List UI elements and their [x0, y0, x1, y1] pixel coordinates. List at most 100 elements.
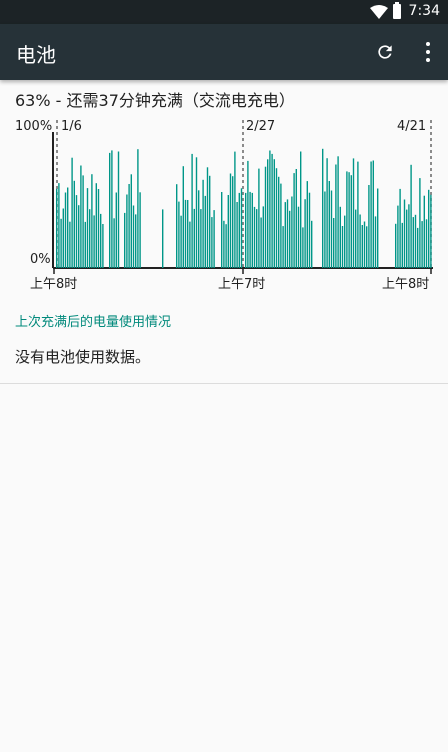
usage-bar [117, 151, 120, 268]
status-bar: 7:34 [0, 0, 448, 24]
usage-bar [395, 223, 397, 268]
empty-state-text: 没有电池使用数据。 [15, 348, 151, 366]
usage-bar [335, 164, 337, 268]
refresh-icon [378, 45, 392, 59]
divider [0, 383, 448, 384]
usage-bar [291, 196, 293, 268]
usage-bar [423, 195, 425, 268]
y-label-100: 100% [15, 119, 53, 134]
usage-bar [82, 175, 84, 268]
usage-bar [302, 227, 304, 268]
usage-bar [430, 194, 432, 268]
usage-bar [300, 151, 302, 268]
usage-bar [414, 214, 417, 268]
time-label-3: 上午8时 [382, 277, 430, 292]
usage-bar [102, 224, 104, 268]
usage-bar [93, 215, 95, 268]
usage-bar [221, 192, 223, 268]
usage-bar [352, 158, 355, 268]
usage-bar [162, 209, 164, 268]
usage-bar [348, 172, 350, 268]
section-header: 上次充满后的电量使用情况 [15, 315, 172, 330]
usage-bar [109, 152, 111, 268]
usage-bar [249, 191, 251, 268]
usage-bar [428, 189, 430, 268]
battery-chart-svg [52, 120, 433, 274]
usage-bar [253, 206, 256, 268]
usage-bar [370, 161, 372, 268]
usage-bar [297, 206, 300, 268]
usage-bar [238, 192, 240, 268]
battery-history-chart[interactable]: 100% 0% 1/6 2/27 4/21 上午8时 上午7时 上午8时 [0, 112, 448, 292]
usage-bar [410, 164, 412, 268]
wifi-icon [370, 5, 388, 19]
usage-bar [236, 202, 238, 268]
usage-bar [115, 192, 117, 268]
usage-bar [403, 199, 406, 268]
refresh-button[interactable] [365, 32, 405, 72]
usage-bar [397, 205, 399, 268]
usage-bar [100, 213, 102, 268]
usage-bar [204, 195, 206, 268]
usage-bar [328, 181, 330, 268]
usage-bar [191, 153, 193, 268]
usage-bar [401, 222, 403, 268]
usage-bar [363, 221, 366, 268]
usage-bar [271, 153, 273, 268]
usage-bar [176, 184, 178, 268]
usage-bar [355, 209, 357, 268]
usage-bar [71, 157, 73, 268]
usage-bar [295, 169, 297, 268]
usage-bar [361, 225, 363, 268]
time-label-1: 上午8时 [30, 277, 78, 292]
usage-bar [372, 160, 374, 268]
usage-bar [137, 149, 139, 268]
page-title: 电池 [16, 43, 56, 67]
usage-bar [421, 221, 423, 268]
usage-bar [282, 226, 284, 268]
usage-bar [182, 166, 184, 268]
usage-bar [124, 212, 126, 268]
usage-bar [86, 188, 89, 268]
more-options-button[interactable] [408, 32, 448, 72]
usage-bar [229, 173, 232, 268]
usage-bar [75, 195, 78, 268]
usage-bar [412, 217, 414, 268]
date-marker-1: 1/6 [61, 119, 82, 134]
usage-bar [341, 226, 344, 268]
usage-bar [350, 175, 352, 268]
usage-bar [60, 218, 62, 268]
usage-bar [132, 205, 135, 268]
usage-bar [377, 188, 379, 268]
usage-bar [209, 175, 211, 268]
usage-bar [304, 199, 306, 268]
usage-bar [195, 157, 198, 268]
usage-bar [89, 209, 91, 268]
usage-bar [289, 210, 291, 268]
date-marker-2: 2/27 [246, 119, 276, 134]
usage-bar [130, 174, 132, 268]
usage-bar [95, 183, 97, 268]
usage-bar [278, 176, 280, 268]
usage-bar [126, 194, 128, 268]
usage-bar [211, 217, 213, 268]
usage-bar [269, 150, 271, 268]
usage-bar [419, 178, 421, 268]
usage-bar [67, 187, 69, 268]
usage-bar [324, 191, 326, 268]
usage-bar [240, 188, 243, 268]
status-time: 7:34 [408, 3, 440, 19]
usage-bar [189, 221, 191, 268]
battery-summary: 63% - 还需37分钟充满（交流电充电） [15, 91, 295, 110]
usage-bar [193, 208, 195, 268]
y-label-0: 0% [30, 252, 51, 267]
usage-bar [308, 192, 311, 268]
usage-bar [425, 219, 428, 268]
usage-bar [91, 174, 93, 268]
usage-bar [330, 190, 333, 268]
usage-bar [80, 165, 82, 268]
usage-bar [227, 195, 229, 268]
usage-bar [69, 221, 71, 268]
usage-bar [62, 208, 64, 268]
usage-bar [322, 148, 324, 268]
